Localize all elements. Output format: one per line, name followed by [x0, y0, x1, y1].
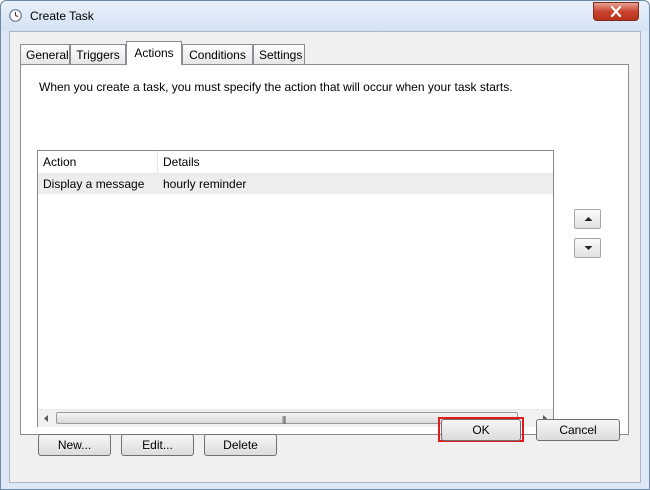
close-icon	[610, 6, 622, 17]
grip-icon: |||	[282, 415, 286, 424]
window-title: Create Task	[30, 9, 94, 23]
close-button[interactable]	[593, 2, 639, 21]
title-bar[interactable]: Create Task	[1, 1, 649, 31]
dialog-client-area: General Triggers Actions Conditions Sett…	[9, 31, 641, 483]
scroll-left-button[interactable]	[38, 410, 55, 427]
row-action-cell: Display a message	[43, 177, 145, 191]
tab-actions[interactable]: Actions	[126, 41, 182, 65]
cancel-button[interactable]: Cancel	[536, 419, 620, 441]
table-row[interactable]: Display a message hourly reminder	[38, 174, 553, 194]
tab-triggers[interactable]: Triggers	[70, 44, 126, 64]
move-up-button[interactable]	[574, 209, 601, 229]
move-down-button[interactable]	[574, 238, 601, 258]
row-details-cell: hourly reminder	[163, 177, 247, 191]
new-action-button[interactable]: New...	[38, 434, 111, 456]
clock-icon	[9, 9, 22, 22]
column-header-details[interactable]: Details	[158, 151, 200, 173]
ok-button[interactable]: OK	[441, 419, 521, 441]
triangle-left-icon	[44, 415, 48, 422]
arrow-down-icon	[584, 246, 593, 250]
tab-settings[interactable]: Settings	[253, 44, 305, 64]
edit-action-button[interactable]: Edit...	[121, 434, 194, 456]
actions-tab-panel: When you create a task, you must specify…	[20, 64, 629, 456]
tab-conditions[interactable]: Conditions	[182, 44, 253, 64]
instruction-text: When you create a task, you must specify…	[39, 80, 513, 94]
arrow-up-icon	[584, 217, 593, 221]
actions-list[interactable]: Action Details Display a message hourly …	[37, 150, 554, 427]
column-header-action[interactable]: Action	[38, 151, 158, 173]
list-header: Action Details	[38, 151, 553, 174]
delete-action-button[interactable]: Delete	[204, 434, 277, 456]
create-task-window: Create Task General Triggers Actions Con…	[0, 0, 650, 490]
tab-general[interactable]: General	[20, 44, 70, 64]
